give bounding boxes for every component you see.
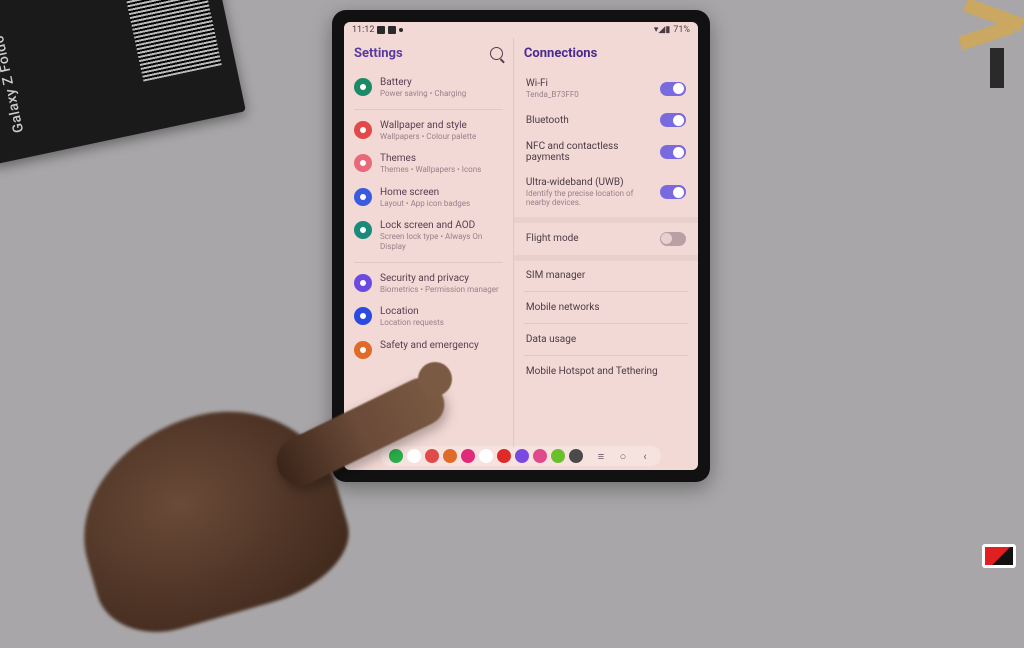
status-time: 11:12: [352, 25, 374, 35]
barcode-strip: [121, 0, 222, 82]
screen: 11:12 ▾◢▮ 71% Settings BatteryPower savi…: [344, 22, 698, 470]
connection-row-flight[interactable]: Flight mode: [514, 225, 698, 253]
divider: [354, 109, 503, 110]
battery-icon: [354, 78, 372, 96]
settings-item[interactable]: Wallpaper and styleWallpapers • Colour p…: [352, 114, 505, 148]
connection-subtitle: Identify the precise location of nearby …: [526, 189, 656, 207]
connection-subtitle: Tenda_B73FF0: [526, 90, 579, 99]
dock-app-icon[interactable]: [461, 449, 475, 463]
settings-item-title: Home screen: [380, 187, 470, 198]
settings-header: Settings: [344, 38, 513, 71]
connection-row[interactable]: NFC and contactless payments: [514, 134, 698, 170]
status-icon: [388, 26, 396, 34]
divider: [524, 323, 688, 324]
connection-row[interactable]: Wi-FiTenda_B73FF0: [514, 71, 698, 106]
settings-item-subtitle: Biometrics • Permission manager: [380, 285, 499, 295]
dock-app-icon[interactable]: [515, 449, 529, 463]
connection-row[interactable]: Mobile networks: [514, 295, 698, 320]
location-icon: [354, 307, 372, 325]
settings-item-title: Location: [380, 306, 444, 317]
connection-title: Mobile Hotspot and Tethering: [526, 366, 658, 377]
settings-item-title: Safety and emergency: [380, 340, 479, 351]
settings-item[interactable]: Lock screen and AODScreen lock type • Al…: [352, 214, 505, 257]
connection-title: Ultra-wideband (UWB): [526, 177, 656, 188]
product-box-label: Galaxy Z Fold6: [0, 34, 27, 135]
nav-home-icon[interactable]: ○: [615, 449, 631, 463]
settings-item[interactable]: Security and privacyBiometrics • Permiss…: [352, 267, 505, 301]
settings-item-subtitle: Location requests: [380, 318, 444, 328]
home-icon: [354, 188, 372, 206]
connection-title: NFC and contactless payments: [526, 141, 660, 163]
dock-app-icon[interactable]: [569, 449, 583, 463]
section-gap: [514, 255, 698, 261]
section-gap: [514, 217, 698, 223]
dock-app-icon[interactable]: [551, 449, 565, 463]
connection-title: Wi-Fi: [526, 78, 579, 89]
settings-item-subtitle: Wallpapers • Colour palette: [380, 132, 476, 142]
dock-app-icon[interactable]: [389, 449, 403, 463]
settings-item[interactable]: Home screenLayout • App icon badges: [352, 181, 505, 215]
connection-row[interactable]: SIM manager: [514, 263, 698, 288]
connection-title: Flight mode: [526, 233, 579, 244]
settings-item[interactable]: Safety and emergency: [352, 334, 505, 365]
toggle-switch[interactable]: [660, 185, 686, 199]
lock-icon: [354, 221, 372, 239]
tablet-device: 11:12 ▾◢▮ 71% Settings BatteryPower savi…: [332, 10, 710, 482]
wooden-object: [934, 0, 1024, 100]
toggle-switch[interactable]: [660, 145, 686, 159]
connection-row[interactable]: Data usage: [514, 327, 698, 352]
settings-item-subtitle: Screen lock type • Always On Display: [380, 232, 503, 251]
settings-item-subtitle: Layout • App icon badges: [380, 199, 470, 209]
product-box: Galaxy Z Fold6: [0, 0, 246, 165]
settings-item-title: Lock screen and AOD: [380, 220, 503, 231]
dock-app-icon[interactable]: [533, 449, 547, 463]
settings-item-subtitle: Themes • Wallpapers • Icons: [380, 165, 481, 175]
settings-item[interactable]: LocationLocation requests: [352, 300, 505, 334]
themes-icon: [354, 154, 372, 172]
connection-title: Data usage: [526, 334, 576, 345]
shield-icon: [354, 274, 372, 292]
connection-title: SIM manager: [526, 270, 585, 281]
status-battery: 71%: [673, 25, 690, 35]
toggle-switch[interactable]: [660, 232, 686, 246]
dock-app-icon[interactable]: [407, 449, 421, 463]
signal-icon: ▾◢▮: [654, 25, 670, 35]
connections-header: Connections: [514, 38, 698, 71]
wallpaper-icon: [354, 121, 372, 139]
connections-title: Connections: [524, 46, 597, 61]
nav-recents-icon[interactable]: ≡: [593, 449, 609, 463]
settings-pane: Settings BatteryPower saving • Charging W…: [344, 38, 514, 448]
settings-item[interactable]: ThemesThemes • Wallpapers • Icons: [352, 147, 505, 181]
dock-app-icon[interactable]: [425, 449, 439, 463]
settings-item-subtitle: Power saving • Charging: [380, 89, 466, 99]
toggle-switch[interactable]: [660, 82, 686, 96]
status-bar: 11:12 ▾◢▮ 71%: [344, 22, 698, 38]
app-dock: ≡ ○ ‹: [381, 446, 661, 466]
toggle-switch[interactable]: [660, 113, 686, 127]
status-icon: [399, 28, 403, 32]
connections-pane: Connections Wi-FiTenda_B73FF0 Bluetooth NF…: [514, 38, 698, 448]
dock-app-icon[interactable]: [497, 449, 511, 463]
settings-item-title: Themes: [380, 153, 481, 164]
settings-item-title: Wallpaper and style: [380, 120, 476, 131]
divider: [524, 291, 688, 292]
dock-app-icon[interactable]: [443, 449, 457, 463]
watermark-logo: [982, 544, 1016, 568]
status-icon: [377, 26, 385, 34]
settings-item-title: Security and privacy: [380, 273, 499, 284]
settings-item[interactable]: BatteryPower saving • Charging: [352, 71, 505, 105]
divider: [524, 355, 688, 356]
settings-item-title: Battery: [380, 77, 466, 88]
emergency-icon: [354, 341, 372, 359]
divider: [354, 262, 503, 263]
dock-app-icon[interactable]: [479, 449, 493, 463]
search-icon[interactable]: [490, 47, 503, 60]
connection-title: Mobile networks: [526, 302, 600, 313]
connection-row[interactable]: Ultra-wideband (UWB)Identify the precise…: [514, 170, 698, 214]
connection-row[interactable]: Bluetooth: [514, 106, 698, 134]
connection-title: Bluetooth: [526, 115, 569, 126]
settings-title: Settings: [354, 46, 403, 61]
nav-back-icon[interactable]: ‹: [637, 449, 653, 463]
connection-row[interactable]: Mobile Hotspot and Tethering: [514, 359, 698, 384]
